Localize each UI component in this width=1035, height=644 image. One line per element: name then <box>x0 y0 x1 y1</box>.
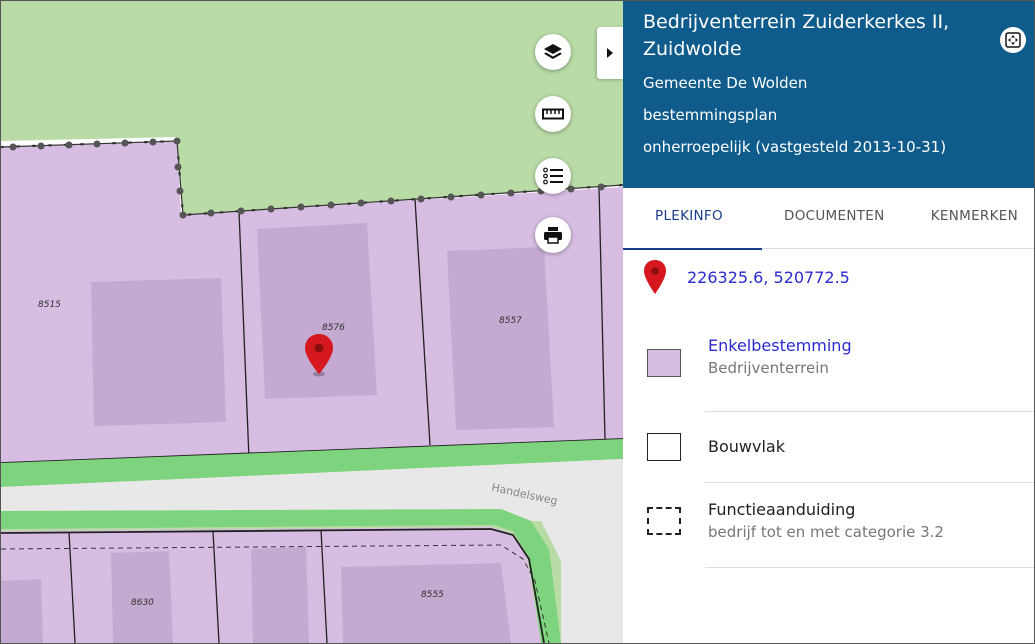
legend-item-functieaanduiding: Functieaanduiding bedrijf tot en met cat… <box>647 499 944 543</box>
layers-button[interactable] <box>535 34 571 70</box>
plan-status-label: onherroepelijk (vastgesteld 2013-10-31) <box>643 138 947 156</box>
expand-icon <box>1005 32 1021 48</box>
solid-outline-swatch <box>647 433 681 461</box>
caret-right-icon <box>607 48 613 58</box>
plan-type-label: bestemmingsplan <box>643 106 778 124</box>
tab-plekinfo[interactable]: PLEKINFO <box>623 188 763 250</box>
coordinates-link[interactable]: 226325.6, 520772.5 <box>687 268 850 287</box>
legend-title: Functieaanduiding <box>708 500 856 519</box>
parcel-label: 8555 <box>421 590 444 600</box>
legend-item-enkelbestemming: Enkelbestemming Bedrijventerrein <box>647 335 852 379</box>
location-marker-icon[interactable] <box>304 333 334 381</box>
municipality-label: Gemeente De Wolden <box>643 74 808 92</box>
plan-title: Bedrijventerrein Zuiderkerkes II, Zuidwo… <box>643 11 950 60</box>
parcel-label: 8557 <box>499 316 522 326</box>
list-icon <box>543 167 563 185</box>
printer-icon <box>544 227 562 244</box>
map-marker-icon <box>644 260 666 294</box>
legend-title-link[interactable]: Enkelbestemming <box>708 335 852 357</box>
panel-collapse-toggle[interactable] <box>597 27 623 79</box>
purple-fill-swatch <box>647 349 681 377</box>
map-viewport[interactable]: 8515 8576 8557 8630 8555 Handelsweg <box>1 1 623 643</box>
app-frame: 8515 8576 8557 8630 8555 Handelsweg Bedr… <box>0 0 1035 644</box>
legend-subtitle: Bedrijventerrein <box>708 359 829 377</box>
parcel-label: 8576 <box>322 323 345 333</box>
fullscreen-button[interactable] <box>1000 27 1026 53</box>
map-canvas[interactable] <box>1 1 623 643</box>
legend-divider <box>705 411 1034 412</box>
measure-button[interactable] <box>535 96 571 132</box>
legend-item-bouwvlak: Bouwvlak <box>647 433 785 461</box>
panel-tabs: PLEKINFO DOCUMENTEN KENMERKEN <box>623 188 1034 250</box>
legend-divider <box>705 567 1034 568</box>
layers-icon <box>544 44 562 59</box>
legend-title: Bouwvlak <box>708 437 785 456</box>
legend-divider <box>705 482 1034 483</box>
panel-header: Bedrijventerrein Zuiderkerkes II, Zuidwo… <box>623 1 1034 188</box>
dashed-outline-swatch <box>647 507 681 535</box>
tab-documenten[interactable]: DOCUMENTEN <box>762 188 919 248</box>
parcel-label: 8515 <box>38 300 61 310</box>
print-button[interactable] <box>535 217 571 253</box>
location-row: 226325.6, 520772.5 <box>643 259 850 295</box>
tab-kenmerken[interactable]: KENMERKEN <box>919 188 1034 248</box>
ruler-icon <box>542 108 564 120</box>
parcel-label: 8630 <box>131 598 154 608</box>
legend-subtitle: bedrijf tot en met categorie 3.2 <box>708 523 944 541</box>
info-panel: Bedrijventerrein Zuiderkerkes II, Zuidwo… <box>623 1 1034 643</box>
legend-button[interactable] <box>535 158 571 194</box>
